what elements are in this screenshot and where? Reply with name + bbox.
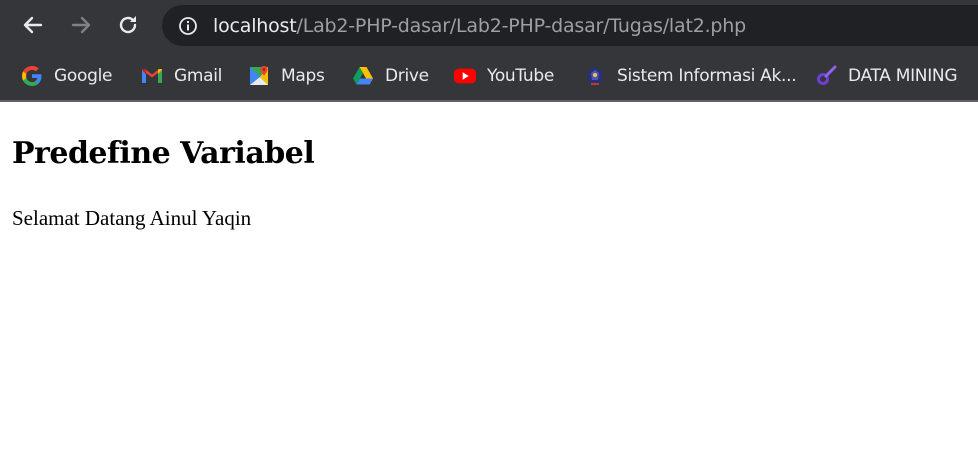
- address-bar[interactable]: localhost/Lab2-PHP-dasar/Lab2-PHP-dasar/…: [162, 5, 978, 46]
- arrow-right-icon: [71, 16, 91, 34]
- welcome-text: Selamat Datang Ainul Yaqin: [12, 206, 252, 230]
- maps-icon: [247, 64, 271, 88]
- bookmark-maps[interactable]: Maps: [247, 62, 325, 90]
- arrow-left-icon: [23, 16, 43, 34]
- browser-window: localhost/Lab2-PHP-dasar/Lab2-PHP-dasar/…: [0, 0, 978, 456]
- browser-toolbar: localhost/Lab2-PHP-dasar/Lab2-PHP-dasar/…: [0, 0, 978, 52]
- bookmark-data-mining[interactable]: DATA MINING: [814, 62, 958, 90]
- bookmark-sistem-informasi[interactable]: Sistem Informasi Ak...: [583, 62, 797, 90]
- bookmark-drive[interactable]: Drive: [351, 62, 429, 90]
- bookmark-label: Gmail: [174, 66, 223, 86]
- info-icon[interactable]: [178, 16, 198, 36]
- page-heading: Predefine Variabel: [12, 136, 315, 171]
- url-path: /Lab2-PHP-dasar/Lab2-PHP-dasar/Tugas/lat…: [296, 15, 747, 37]
- university-logo-icon: [583, 64, 607, 88]
- bookmark-label: Maps: [281, 66, 325, 86]
- url-host: localhost: [213, 15, 297, 37]
- youtube-icon: [453, 64, 477, 88]
- bookmark-label: Drive: [385, 66, 429, 86]
- gmail-icon: [140, 64, 164, 88]
- bookmark-youtube[interactable]: YouTube: [453, 62, 554, 90]
- reload-icon: [119, 16, 137, 34]
- data-mining-icon: [814, 64, 838, 88]
- drive-icon: [351, 64, 375, 88]
- bookmarks-bar: Google Gmail Maps Drive YouTube Sistem I…: [0, 52, 978, 100]
- bookmark-google[interactable]: Google: [20, 62, 112, 90]
- bookmark-label: Sistem Informasi Ak...: [617, 66, 797, 86]
- google-icon: [20, 64, 44, 88]
- forward-button[interactable]: [64, 8, 98, 42]
- bookmark-label: YouTube: [487, 66, 555, 86]
- bookmark-label: DATA MINING: [848, 66, 958, 86]
- reload-button[interactable]: [111, 8, 145, 42]
- bookmark-label: Google: [54, 66, 113, 86]
- url-text[interactable]: localhost/Lab2-PHP-dasar/Lab2-PHP-dasar/…: [213, 14, 746, 38]
- page-content: Predefine Variabel Selamat Datang Ainul …: [0, 102, 978, 456]
- back-button[interactable]: [16, 8, 50, 42]
- bookmark-gmail[interactable]: Gmail: [140, 62, 222, 90]
